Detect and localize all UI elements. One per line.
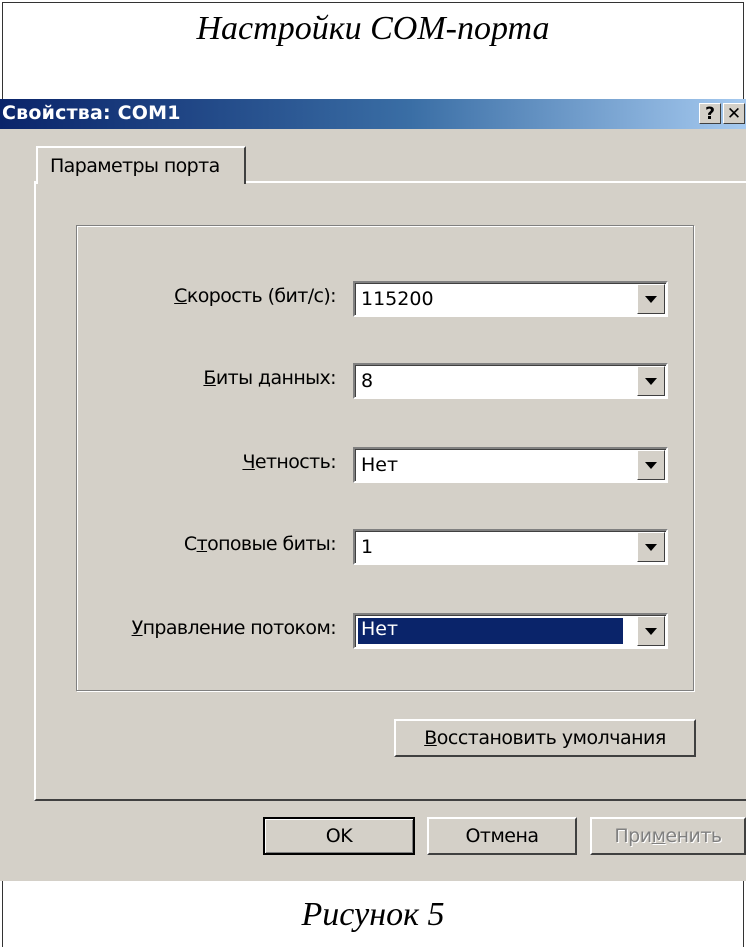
dropdown-arrow-icon[interactable] xyxy=(637,284,665,314)
baud-rate-value: 115200 xyxy=(361,288,434,310)
baud-rate-select[interactable]: 115200 xyxy=(353,281,668,317)
dropdown-arrow-icon[interactable] xyxy=(637,366,665,396)
stop-bits-value: 1 xyxy=(361,536,374,558)
window-title: Свойства: COM1 xyxy=(2,102,181,124)
document-caption-top: Настройки COM-порта xyxy=(196,10,550,47)
data-bits-value: 8 xyxy=(361,370,374,392)
stop-bits-label: Стоповые биты: xyxy=(183,533,337,555)
help-button[interactable]: ? xyxy=(699,103,721,124)
baud-rate-label: Скорость (бит/с): xyxy=(174,285,336,307)
dropdown-arrow-icon[interactable] xyxy=(637,616,665,646)
cancel-button[interactable]: Отмена xyxy=(427,817,577,855)
data-bits-select[interactable]: 8 xyxy=(353,363,668,399)
help-icon: ? xyxy=(705,103,715,124)
title-bar[interactable]: Свойства: COM1 ? ✕ xyxy=(0,99,746,129)
close-icon: ✕ xyxy=(726,103,742,124)
stop-bits-select[interactable]: 1 xyxy=(353,529,668,565)
tab-label: Параметры порта xyxy=(50,155,220,177)
document-caption-bottom: Рисунок 5 xyxy=(301,896,445,933)
tab-port-settings[interactable]: Параметры порта xyxy=(36,146,246,184)
parity-value: Нет xyxy=(361,454,399,476)
close-button[interactable]: ✕ xyxy=(723,103,745,124)
parity-label: Четность: xyxy=(242,451,336,473)
parity-select[interactable]: Нет xyxy=(353,447,668,483)
dropdown-arrow-icon[interactable] xyxy=(637,450,665,480)
ok-button[interactable]: OK xyxy=(263,817,415,855)
flow-control-value: Нет xyxy=(357,617,624,645)
flow-control-label: Управление потоком: xyxy=(131,617,337,639)
dropdown-arrow-icon[interactable] xyxy=(637,532,665,562)
com-port-properties-dialog: Свойства: COM1 ? ✕ Параметры порта Скоро… xyxy=(0,99,746,881)
restore-defaults-button[interactable]: Восстановить умолчания xyxy=(394,719,696,757)
apply-button[interactable]: При м енить xyxy=(590,817,746,855)
flow-control-select[interactable]: Нет xyxy=(353,613,668,649)
data-bits-label: Биты данных: xyxy=(203,367,336,389)
